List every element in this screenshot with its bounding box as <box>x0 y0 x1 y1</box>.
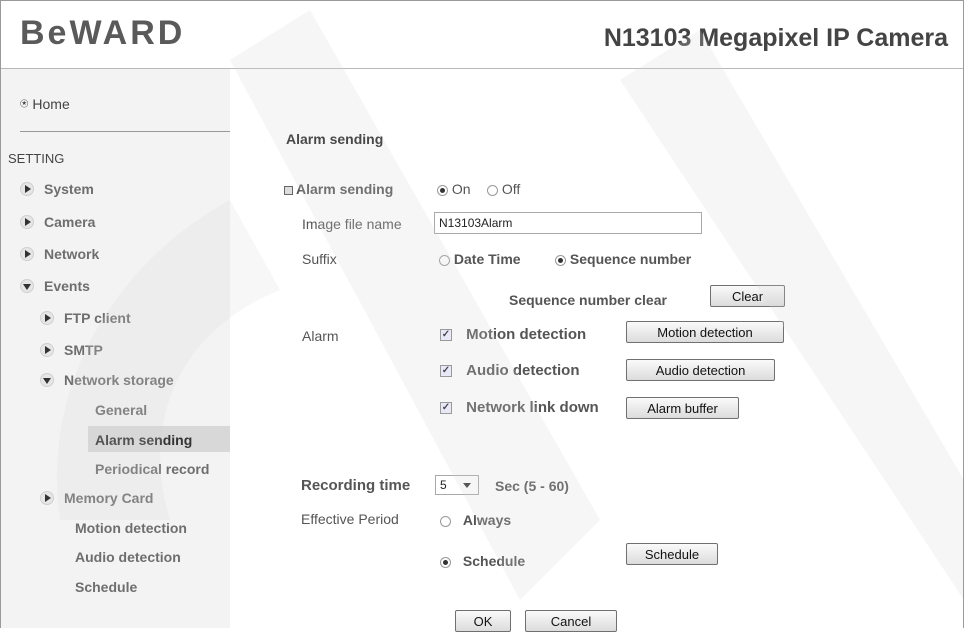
sequence-number-radio[interactable] <box>555 254 566 266</box>
alarm-on-radio[interactable] <box>437 184 448 196</box>
audio-checkbox[interactable]: ✓ <box>440 365 452 378</box>
sidebar-item-system[interactable]: System <box>20 181 94 197</box>
motion-checkbox[interactable]: ✓ <box>440 329 452 342</box>
sequence-clear-label: Sequence number clear <box>509 292 667 308</box>
home-icon: ⍟ <box>20 95 29 111</box>
sidebar-item-network[interactable]: Network <box>20 246 99 262</box>
sidebar-item-camera[interactable]: Camera <box>20 214 95 230</box>
sidebar-item-events[interactable]: Events <box>20 278 90 294</box>
expand-arrow-icon <box>40 311 54 325</box>
date-time-radio[interactable] <box>439 254 450 266</box>
sidebar: ⍟ Home SETTING System Camera Network Eve… <box>0 69 230 628</box>
collapse-arrow-icon <box>20 279 34 293</box>
ok-button[interactable]: OK <box>455 610 511 632</box>
clear-button[interactable]: Clear <box>710 285 785 307</box>
expand-arrow-icon <box>20 247 34 261</box>
expand-arrow-icon <box>20 215 34 229</box>
sidebar-item-network-storage[interactable]: Network storage <box>40 372 174 388</box>
suffix-date-time-option[interactable]: Date Time <box>439 251 521 267</box>
network-link-checkbox[interactable]: ✓ <box>440 402 452 415</box>
period-always-option[interactable]: Always <box>440 512 511 528</box>
sidebar-item-smtp[interactable]: SMTP <box>40 342 103 358</box>
sidebar-item-audio-detection[interactable]: Audio detection <box>75 549 181 565</box>
sidebar-item-periodical-record[interactable]: Periodical record <box>95 461 209 477</box>
product-title: N13103 Megapixel IP Camera <box>603 24 948 52</box>
section-bullet-icon <box>284 185 293 195</box>
cancel-button[interactable]: Cancel <box>525 610 617 632</box>
expand-arrow-icon <box>40 491 54 505</box>
brand-logo: BeWARD <box>20 14 186 52</box>
collapse-arrow-icon <box>40 373 54 387</box>
period-schedule-option[interactable]: Schedule <box>440 553 525 569</box>
sidebar-item-ftp-client[interactable]: FTP client <box>40 310 131 326</box>
frame-left <box>0 0 1 628</box>
sidebar-item-alarm-sending[interactable]: Alarm sending <box>95 432 192 448</box>
sidebar-item-motion-detection[interactable]: Motion detection <box>75 520 187 536</box>
recording-time-select[interactable]: 5 <box>435 475 479 495</box>
sidebar-divider <box>20 131 230 132</box>
main-panel: Alarm sending Alarm sending On Off Image… <box>230 69 964 632</box>
alarm-sending-toggle: Alarm sending <box>284 181 393 197</box>
alarm-off-radio[interactable] <box>487 184 498 196</box>
effective-period-label: Effective Period <box>301 511 399 527</box>
chevron-down-icon <box>463 483 471 488</box>
expand-arrow-icon <box>20 182 34 196</box>
sidebar-item-general[interactable]: General <box>95 402 147 418</box>
sidebar-item-memory-card[interactable]: Memory Card <box>40 490 153 506</box>
page-title: Alarm sending <box>286 131 384 147</box>
motion-detection-option[interactable]: ✓ Motion detection <box>440 326 586 343</box>
audio-detection-button[interactable]: Audio detection <box>626 359 775 381</box>
header: BeWARD N13103 Megapixel IP Camera <box>0 0 964 69</box>
home-link[interactable]: ⍟ Home <box>20 95 70 112</box>
alarm-on-option[interactable]: On <box>437 181 471 197</box>
schedule-button[interactable]: Schedule <box>626 543 718 565</box>
sidebar-item-schedule[interactable]: Schedule <box>75 579 137 595</box>
suffix-label: Suffix <box>302 251 337 267</box>
schedule-radio[interactable] <box>440 556 451 568</box>
setting-heading: SETTING <box>8 151 65 166</box>
audio-detection-option[interactable]: ✓ Audio detection <box>440 362 580 379</box>
alarm-off-option[interactable]: Off <box>487 181 520 197</box>
suffix-sequence-option[interactable]: Sequence number <box>555 251 691 267</box>
alarm-buffer-button[interactable]: Alarm buffer <box>626 397 739 419</box>
frame-top <box>0 0 964 1</box>
recording-time-label: Recording time <box>301 477 411 494</box>
alarm-label: Alarm <box>302 328 339 344</box>
image-file-input[interactable] <box>434 212 702 234</box>
motion-detection-button[interactable]: Motion detection <box>626 321 784 343</box>
always-radio[interactable] <box>440 515 451 527</box>
network-link-down-option[interactable]: ✓ Network link down <box>440 399 599 416</box>
expand-arrow-icon <box>40 343 54 357</box>
home-label: Home <box>32 95 70 112</box>
image-file-label: Image file name <box>302 216 402 232</box>
recording-range: Sec (5 - 60) <box>495 478 569 494</box>
